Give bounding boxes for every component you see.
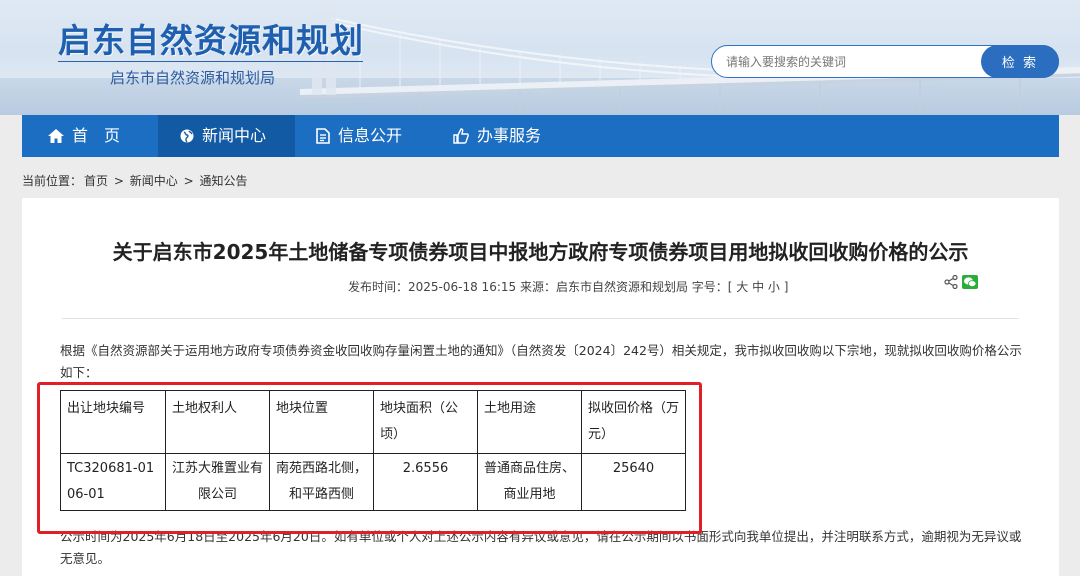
article-card: 关于启东市2025年土地储备专项债券项目中报地方政府专项债券项目用地拟收回收购价…: [22, 198, 1059, 576]
nav-item-label: 首 页: [72, 126, 121, 145]
article-title: 关于启东市2025年土地储备专项债券项目中报地方政府专项债券项目用地拟收回收购价…: [112, 240, 969, 264]
table-header-cell: 土地用途: [477, 390, 582, 454]
table-header-cell: 地块面积（公顷）: [373, 390, 478, 454]
table-row: TC320681-0106-01 江苏大雅置业有限公司 南苑西路北侧，和平路西侧…: [60, 453, 686, 511]
globe-icon: [180, 129, 194, 143]
main-nav: 首 页 新闻中心 信息公开 办事服务: [22, 115, 1059, 157]
header-banner: 启东自然资源和规划 启东市自然资源和规划局 检 索: [0, 0, 1080, 115]
document-icon: [316, 128, 330, 144]
nav-item-label: 信息公开: [338, 126, 403, 145]
home-icon: [48, 129, 64, 143]
nav-item-label: 新闻中心: [202, 126, 267, 145]
article-meta: 发布时间：2025-06-18 16:15 来源：启东市自然资源和规划局 字号：…: [348, 280, 789, 294]
breadcrumb-item-home[interactable]: 首页: [84, 174, 108, 188]
table-header-cell: 土地权利人: [165, 390, 270, 454]
title-divider: [58, 61, 363, 62]
table-header-cell: 地块位置: [269, 390, 374, 454]
table-cell: 2.6556: [373, 453, 478, 511]
article-paragraph-intro: 根据《自然资源部关于运用地方政府专项债券资金收回收购存量闲置土地的通知》（自然资…: [60, 343, 1022, 380]
nav-item-label: 办事服务: [477, 126, 542, 145]
nav-item-info[interactable]: 信息公开: [316, 115, 436, 157]
search-input[interactable]: [726, 46, 976, 77]
table-header-cell: 出让地块编号: [60, 390, 166, 454]
site-subtitle: 启东市自然资源和规划局: [110, 69, 276, 87]
search-box: 检 索: [711, 45, 1059, 78]
breadcrumb: 当前位置： 首页 > 新闻中心 > 通知公告: [22, 172, 250, 189]
nav-item-home[interactable]: 首 页: [48, 115, 168, 157]
thumbs-up-icon: [453, 128, 469, 144]
table-header-cell: 拟收回价格（万元）: [581, 390, 686, 454]
wechat-icon[interactable]: [962, 275, 978, 289]
table-header-row: 出让地块编号 土地权利人 地块位置 地块面积（公顷） 土地用途 拟收回价格（万元…: [60, 390, 686, 454]
land-price-table: 出让地块编号 土地权利人 地块位置 地块面积（公顷） 土地用途 拟收回价格（万元…: [60, 390, 686, 511]
table-cell: 江苏大雅置业有限公司: [165, 453, 270, 511]
breadcrumb-prefix: 当前位置：: [22, 174, 83, 188]
meta-divider: [62, 318, 1019, 319]
breadcrumb-separator: >: [183, 174, 194, 188]
table-cell: 普通商品住房、商业用地: [477, 453, 582, 511]
breadcrumb-separator: >: [113, 174, 124, 188]
table-cell: 南苑西路北侧，和平路西侧: [269, 453, 374, 511]
site-title: 启东自然资源和规划: [58, 21, 364, 60]
article-paragraph-period: 公示时间为2025年6月18日至2025年6月20日。如有单位或个人对上述公示内…: [60, 529, 1022, 566]
breadcrumb-item-notices[interactable]: 通知公告: [199, 174, 247, 188]
breadcrumb-item-news[interactable]: 新闻中心: [130, 174, 178, 188]
table-cell: 25640: [581, 453, 686, 511]
share-icon[interactable]: [944, 275, 958, 289]
table-cell: TC320681-0106-01: [60, 453, 166, 511]
nav-item-news[interactable]: 新闻中心: [158, 115, 295, 157]
nav-item-services[interactable]: 办事服务: [453, 115, 573, 157]
search-button[interactable]: 检 索: [981, 45, 1059, 78]
share-tools: [944, 275, 978, 289]
